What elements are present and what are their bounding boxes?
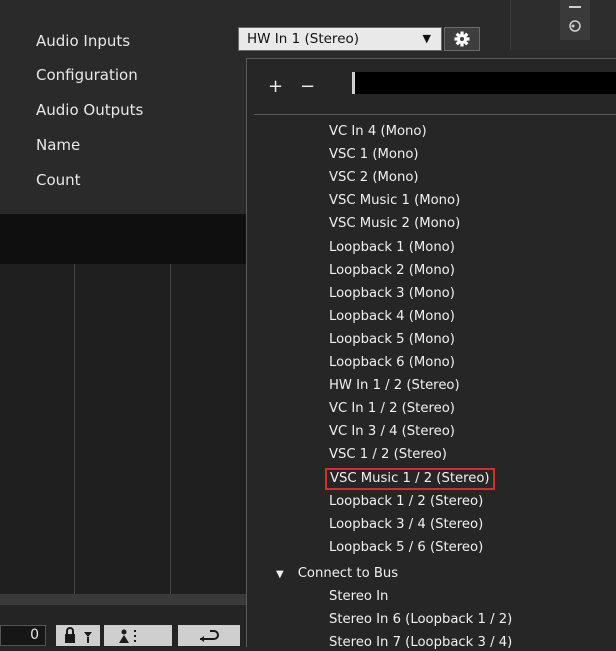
- remove-button[interactable]: −: [300, 78, 315, 96]
- dropdown-item[interactable]: VC In 4 (Mono): [329, 124, 427, 140]
- gear-icon: [454, 31, 470, 47]
- dropdown-item[interactable]: Loopback 1 / 2 (Stereo): [329, 494, 483, 510]
- dropdown-item[interactable]: Loopback 3 / 4 (Stereo): [329, 517, 483, 533]
- filter-input[interactable]: [352, 72, 616, 94]
- loop-button[interactable]: [178, 625, 240, 646]
- zone-toggle-button[interactable]: [560, 0, 590, 40]
- dropdown-item[interactable]: VSC 1 / 2 (Stereo): [329, 447, 447, 463]
- dropdown-item-selected[interactable]: VSC Music 1 / 2 (Stereo): [325, 468, 495, 490]
- dropdown-item[interactable]: HW In 1 / 2 (Stereo): [329, 378, 460, 394]
- count-label: Count: [36, 171, 81, 189]
- count-field[interactable]: 0: [0, 625, 46, 646]
- audio-outputs-label: Audio Outputs: [36, 101, 144, 119]
- dropdown-item[interactable]: VC In 3 / 4 (Stereo): [329, 424, 455, 440]
- connect-to-bus-group[interactable]: ▼ Connect to Bus: [276, 566, 398, 583]
- lock-button[interactable]: [56, 625, 100, 646]
- bus-item[interactable]: Stereo In 7 (Loopback 3 / 4): [329, 635, 512, 651]
- audio-inputs-value: HW In 1 (Stereo): [247, 31, 360, 47]
- dropdown-item[interactable]: Loopback 2 (Mono): [329, 263, 455, 279]
- track-divider: [74, 264, 75, 594]
- bus-item[interactable]: Stereo In 6 (Loopback 1 / 2): [329, 612, 512, 628]
- inputs-dropdown-popup: [246, 58, 616, 647]
- dropdown-item[interactable]: Loopback 3 (Mono): [329, 286, 455, 302]
- name-label: Name: [36, 136, 81, 154]
- expand-triangle-icon: ▼: [276, 569, 284, 580]
- dropdown-item[interactable]: VSC Music 1 (Mono): [329, 193, 460, 209]
- bus-item[interactable]: Stereo In: [329, 589, 388, 605]
- dropdown-item[interactable]: Loopback 6 (Mono): [329, 355, 455, 371]
- audio-inputs-select[interactable]: HW In 1 (Stereo) ▼: [238, 27, 442, 51]
- audio-inputs-label: Audio Inputs: [36, 32, 131, 50]
- dropdown-item[interactable]: Loopback 5 / 6 (Stereo): [329, 540, 483, 556]
- dropdown-item[interactable]: Loopback 1 (Mono): [329, 240, 455, 256]
- filter-button[interactable]: [104, 625, 172, 646]
- loop-icon: [200, 630, 219, 642]
- configuration-label: Configuration: [36, 66, 138, 84]
- dropdown-item[interactable]: VC In 1 / 2 (Stereo): [329, 401, 455, 417]
- connect-to-bus-label: Connect to Bus: [297, 566, 399, 581]
- lock-icon: [65, 627, 92, 643]
- dropdown-item[interactable]: VSC 2 (Mono): [329, 170, 419, 186]
- add-button[interactable]: +: [268, 78, 283, 96]
- person-icon: [119, 629, 136, 643]
- popup-separator: [254, 114, 616, 115]
- dropdown-item[interactable]: VSC 1 (Mono): [329, 147, 419, 163]
- zone-icon: [569, 6, 581, 32]
- dropdown-item[interactable]: VSC Music 2 (Mono): [329, 216, 460, 232]
- dropdown-arrow-icon: ▼: [422, 32, 431, 45]
- dropdown-item[interactable]: Loopback 4 (Mono): [329, 309, 455, 325]
- settings-gear-button[interactable]: [444, 27, 480, 51]
- dropdown-item[interactable]: Loopback 5 (Mono): [329, 332, 455, 348]
- track-divider: [170, 264, 171, 594]
